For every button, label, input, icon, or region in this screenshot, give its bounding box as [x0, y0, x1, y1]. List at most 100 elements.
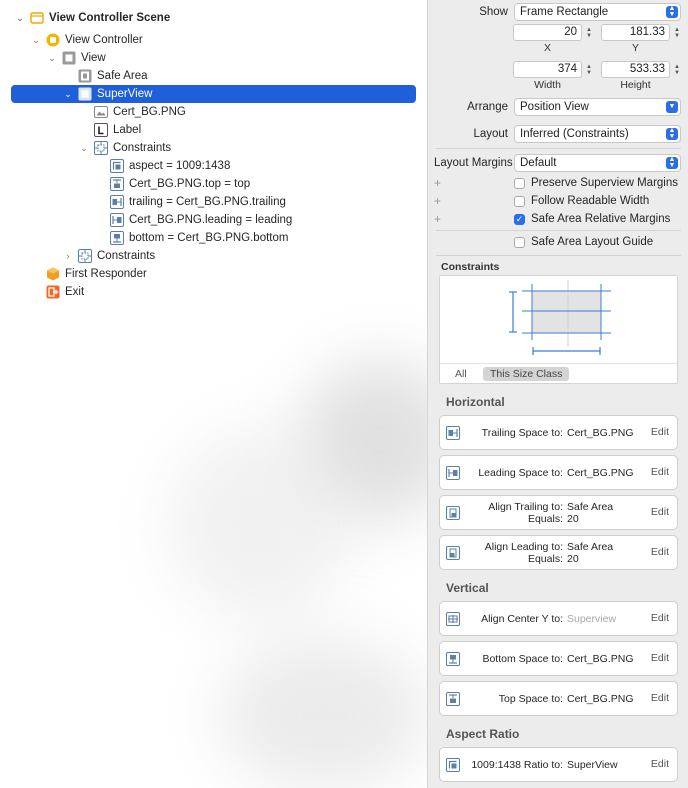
constraint-card-aspect-ratio[interactable]: 1009:1438 Ratio to: SuperView Edit [439, 747, 678, 782]
constraint-card-align-leading[interactable]: Align Leading to: Safe Area Equals: 20 Edi… [439, 535, 678, 570]
layout-popup[interactable]: Inferred (Constraints) ▲ ▼ [514, 125, 681, 143]
constraint-card-leading-space[interactable]: Leading Space to: Cert_BG.PNG Edit [439, 455, 678, 490]
chevron-down-icon[interactable]: ⌄ [78, 142, 90, 154]
outline-item-constraint-trailing[interactable]: trailing = Cert_BG.PNG.trailing [110, 193, 286, 211]
safe-area-icon [78, 69, 92, 83]
divider [436, 148, 681, 149]
outline-item-view-controller[interactable]: ⌄ View Controller [30, 31, 143, 49]
edit-button[interactable]: Edit [651, 758, 669, 770]
outline-item-label-view[interactable]: Label [94, 121, 141, 139]
outline-item-view-controller-scene[interactable]: ⌄ View Controller Scene [14, 9, 170, 27]
outline-item-superview[interactable]: ⌄ SuperView [11, 85, 416, 103]
background-shadow [220, 640, 427, 788]
chevron-down-icon: ▼ [666, 101, 678, 113]
constraint-card-bottom-space[interactable]: Bottom Space to: Cert_BG.PNG Edit [439, 641, 678, 676]
edit-button[interactable]: Edit [651, 466, 669, 478]
y-stepper[interactable]: ▲ ▼ [672, 24, 682, 41]
constraint-card-align-center-y[interactable]: Align Center Y to: Superview Edit [439, 601, 678, 636]
constraint-key: Equals: [527, 512, 563, 525]
constraints-icon [94, 141, 108, 155]
edit-button[interactable]: Edit [651, 546, 669, 558]
constraint-value: Cert_BG.PNG [567, 692, 634, 705]
constraint-card-trailing-space[interactable]: Trailing Space to: Cert_BG.PNG Edit [439, 415, 678, 450]
popup-arrows-icon: ▲ ▼ [666, 5, 678, 18]
show-popup[interactable]: Frame Rectangle ▲ ▼ [514, 3, 681, 21]
outline-item-label: View Controller Scene [49, 12, 171, 24]
layout-label: Layout [473, 128, 508, 140]
constraint-value: Cert_BG.PNG [567, 466, 634, 479]
x-field[interactable]: 20 [513, 24, 582, 41]
chevron-down-icon[interactable]: ⌄ [30, 34, 42, 46]
arrange-popup[interactable]: Position View ▼ [514, 98, 681, 116]
height-caption: Height [620, 79, 651, 91]
divider [436, 230, 681, 231]
constraint-card-top-space[interactable]: Top Space to: Cert_BG.PNG Edit [439, 681, 678, 716]
follow-readable-width-checkbox[interactable]: Follow Readable Width [514, 195, 649, 207]
outline-item-cert-bg-image[interactable]: Cert_BG.PNG [94, 103, 186, 121]
outline-item-constraints-collapsed[interactable]: › Constraints [62, 247, 155, 265]
chevron-down-icon[interactable]: ⌄ [62, 88, 74, 100]
outline-item-constraint-bottom[interactable]: bottom = Cert_BG.PNG.bottom [110, 229, 288, 247]
y-caption: Y [631, 42, 639, 54]
checkbox-box[interactable] [514, 195, 525, 207]
edit-button[interactable]: Edit [651, 692, 669, 704]
constraint-text: Align Trailing to: Safe Area Equals: 20 [488, 496, 635, 529]
edit-button[interactable]: Edit [651, 612, 669, 624]
background-shadow [170, 430, 350, 620]
outline-item-constraint-aspect[interactable]: aspect = 1009:1438 [110, 157, 230, 175]
horizontal-section-title: Horizontal [446, 395, 505, 409]
y-field[interactable]: 181.33 [601, 24, 670, 41]
plus-icon[interactable]: + [434, 212, 441, 226]
outline-item-constraint-leading[interactable]: Cert_BG.PNG.leading = leading [110, 211, 292, 229]
checkbox-box[interactable] [514, 177, 525, 189]
segment-this-size-class[interactable]: This Size Class [483, 367, 570, 381]
outline-item-first-responder[interactable]: First Responder [46, 265, 147, 283]
safe-area-relative-margins-checkbox[interactable]: ✓ Safe Area Relative Margins [514, 213, 670, 225]
arrange-popup-value: Position View [520, 101, 589, 113]
height-field[interactable]: 533.33 [601, 61, 670, 78]
width-stepper[interactable]: ▲ ▼ [584, 61, 594, 78]
checkbox-box[interactable] [514, 236, 525, 248]
outline-item-safe-area[interactable]: Safe Area [78, 67, 148, 85]
view-controller-icon [46, 33, 60, 47]
segment-all[interactable]: All [455, 368, 467, 380]
aspect-ratio-section-title: Aspect Ratio [446, 727, 520, 741]
layout-margins-popup[interactable]: Default ▲ ▼ [514, 154, 681, 172]
edit-button[interactable]: Edit [651, 652, 669, 664]
preserve-superview-margins-checkbox[interactable]: Preserve Superview Margins [514, 177, 678, 189]
constraints-section-title: Constraints [441, 261, 500, 273]
chevron-right-icon[interactable]: › [62, 250, 74, 262]
constraint-card-align-trailing[interactable]: Align Trailing to: Safe Area Equals: 20 Ed… [439, 495, 678, 530]
align-leading-icon [446, 546, 460, 560]
outline-item-exit[interactable]: Exit [46, 283, 84, 301]
x-stepper[interactable]: ▲ ▼ [584, 24, 594, 41]
outline-item-label: View Controller [65, 34, 143, 46]
outline-item-constraints[interactable]: ⌄ Constraints [78, 139, 171, 157]
chevron-down-icon[interactable]: ⌄ [14, 12, 26, 24]
bottom-space-icon [446, 652, 460, 666]
constraint-text: Align Leading to: Safe Area Equals: 20 [485, 536, 635, 569]
edit-button[interactable]: Edit [651, 426, 669, 438]
outline-item-view[interactable]: ⌄ View [46, 49, 106, 67]
plus-icon[interactable]: + [434, 194, 441, 208]
view-icon [78, 87, 92, 101]
constraint-key: Equals: [527, 552, 563, 565]
arrange-label: Arrange [467, 101, 508, 113]
outline-item-label: Cert_BG.PNG [113, 106, 186, 118]
checkbox-label: Safe Area Relative Margins [531, 213, 671, 225]
checkmark-icon[interactable]: ✓ [514, 213, 525, 225]
height-stepper[interactable]: ▲ ▼ [672, 61, 682, 78]
constraint-value: 20 [567, 512, 579, 525]
first-responder-icon [46, 267, 60, 281]
width-field[interactable]: 374 [513, 61, 582, 78]
popup-arrows-icon: ▲ ▼ [666, 127, 678, 140]
safe-area-layout-guide-checkbox[interactable]: Safe Area Layout Guide [514, 236, 653, 248]
outline-item-label: View [81, 52, 106, 64]
chevron-down-icon[interactable]: ⌄ [46, 52, 58, 64]
outline-item-label: SuperView [97, 88, 153, 100]
top-space-icon [446, 692, 460, 706]
outline-item-constraint-top[interactable]: Cert_BG.PNG.top = top [110, 175, 250, 193]
constraint-key: Align Trailing to: [488, 500, 563, 513]
edit-button[interactable]: Edit [651, 506, 669, 518]
plus-icon[interactable]: + [434, 176, 441, 190]
